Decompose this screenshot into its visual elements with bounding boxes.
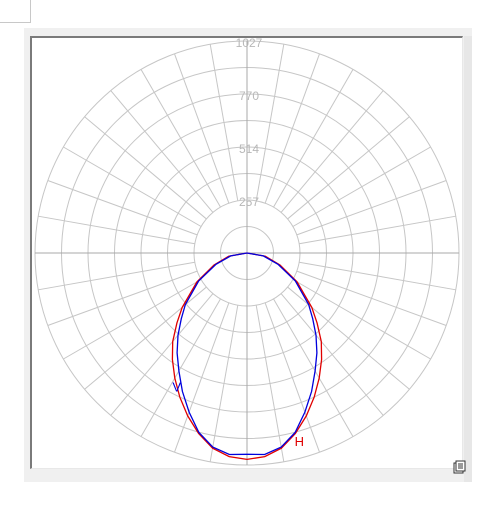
grid-spoke bbox=[47, 270, 198, 326]
polar-chart-panel: 257 514 770 1027 H V bbox=[24, 28, 472, 482]
radial-tick-label: 257 bbox=[239, 195, 259, 209]
grid-spoke bbox=[47, 180, 198, 236]
series-label: V bbox=[172, 379, 181, 394]
polar-plot-area: 257 514 770 1027 H V bbox=[30, 36, 463, 469]
grid-spoke bbox=[292, 146, 431, 227]
series-label: H bbox=[295, 434, 304, 449]
grid-spoke bbox=[264, 53, 320, 204]
grid-spoke bbox=[296, 270, 447, 326]
document-icon[interactable] bbox=[452, 460, 466, 474]
radial-tick-label: 514 bbox=[239, 142, 259, 156]
grid-spoke bbox=[140, 69, 221, 208]
grid-spoke bbox=[174, 302, 230, 453]
grid-spoke bbox=[292, 279, 431, 360]
vertical-scrollbar[interactable] bbox=[464, 36, 472, 482]
window-corner bbox=[0, 0, 31, 23]
grid-spoke bbox=[296, 180, 447, 236]
grid-spoke bbox=[174, 53, 230, 204]
radial-tick-label: 1027 bbox=[236, 38, 263, 50]
grid-spoke bbox=[63, 146, 202, 227]
grid-spoke bbox=[273, 69, 354, 208]
radial-tick-label: 770 bbox=[239, 89, 259, 103]
polar-chart: 257 514 770 1027 H V bbox=[34, 36, 460, 466]
radial-tick-labels: 257 514 770 1027 bbox=[236, 36, 263, 209]
grid-spoke bbox=[264, 302, 320, 453]
grid-spoke bbox=[63, 279, 202, 360]
